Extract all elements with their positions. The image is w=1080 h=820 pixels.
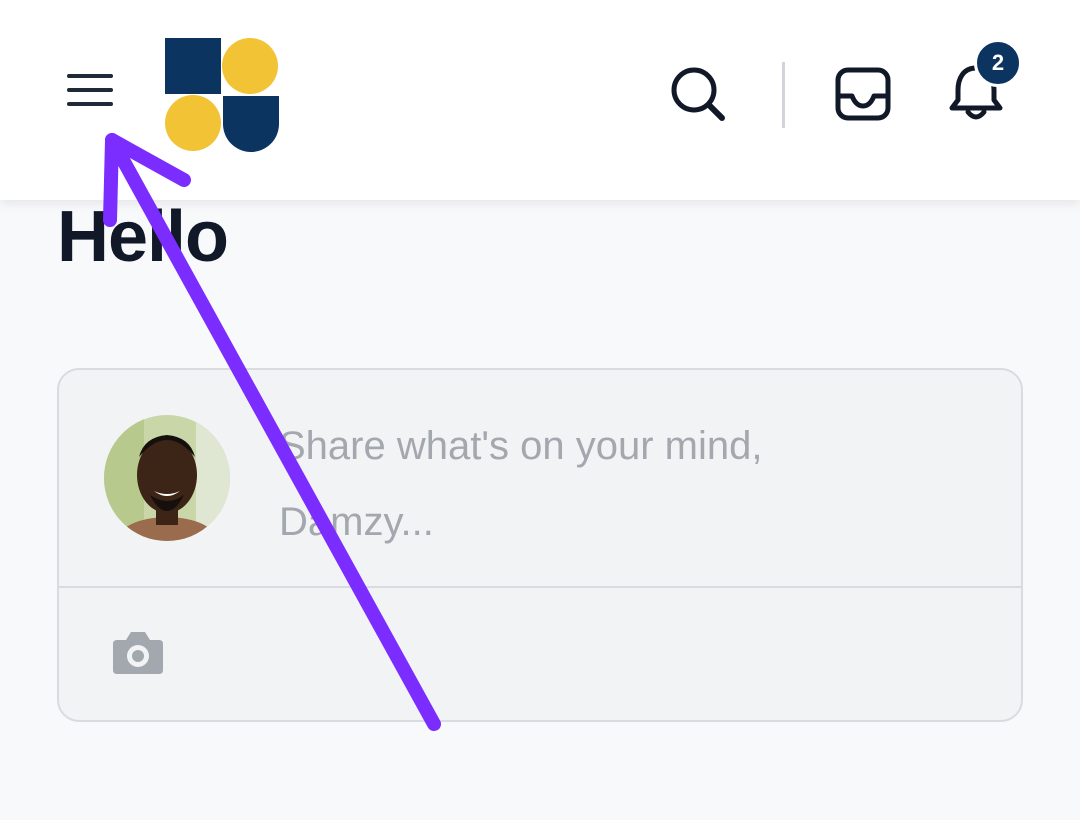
post-composer-card: Share what's on your mind, Damzy... xyxy=(57,368,1023,722)
inbox-tray-icon[interactable] xyxy=(834,64,894,124)
notification-count-badge: 2 xyxy=(974,39,1022,87)
search-icon[interactable] xyxy=(668,64,728,124)
page-title: Hello xyxy=(57,197,229,277)
composer-divider xyxy=(59,586,1021,588)
camera-icon[interactable] xyxy=(111,628,165,676)
header-divider xyxy=(782,62,785,128)
top-app-bar: 2 xyxy=(0,0,1080,200)
app-logo-icon[interactable] xyxy=(165,38,279,152)
post-input-placeholder[interactable]: Share what's on your mind, Damzy... xyxy=(279,408,919,560)
composer-input-area[interactable]: Share what's on your mind, Damzy... xyxy=(59,370,1021,586)
user-avatar[interactable] xyxy=(104,415,230,541)
hamburger-menu-icon[interactable] xyxy=(60,68,120,112)
